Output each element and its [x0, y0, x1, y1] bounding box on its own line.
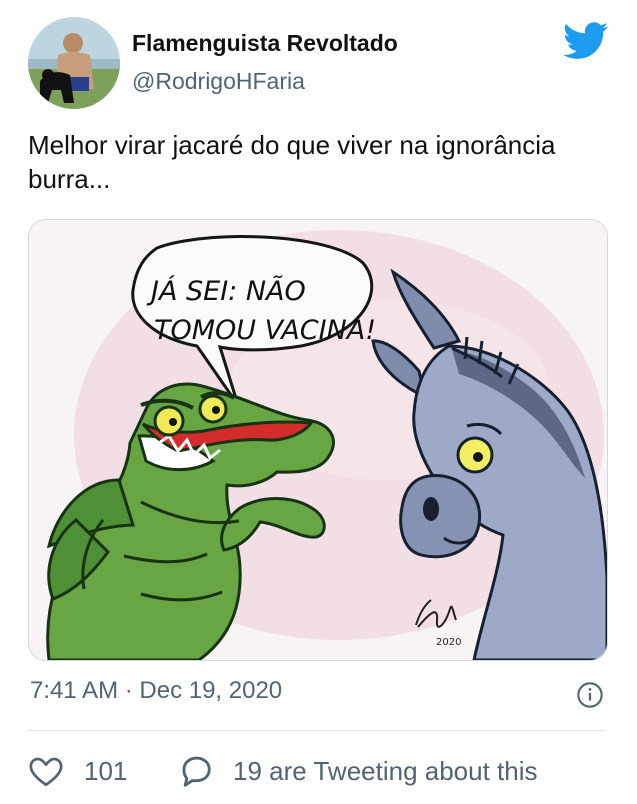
heart-icon[interactable]: [28, 754, 64, 788]
avatar[interactable]: [28, 17, 120, 109]
tweet-timestamp[interactable]: 7:41 AM · Dec 19, 2020: [30, 677, 282, 705]
signature-year: 2020: [436, 637, 461, 648]
author-handle[interactable]: @RodrigoHFaria: [132, 68, 305, 95]
cartoon-image: JÁ SEI: NÃO TOMOU VACINA! 2020: [29, 220, 607, 660]
reply-text[interactable]: 19 are Tweeting about this: [233, 756, 538, 787]
speech-line-1: JÁ SEI: NÃO: [146, 275, 306, 307]
tweet-divider: [28, 730, 606, 731]
tweet-media[interactable]: JÁ SEI: NÃO TOMOU VACINA! 2020: [28, 219, 608, 661]
reply-bubble-icon[interactable]: [176, 752, 214, 790]
speech-line-2: TOMOU VACINA!: [154, 315, 376, 346]
avatar-photo: [28, 17, 120, 109]
author-name[interactable]: Flamenguista Revoltado: [132, 30, 398, 57]
tweet-text: Melhor virar jacaré do que viver na igno…: [28, 130, 556, 194]
like-count[interactable]: 101: [84, 756, 127, 787]
info-icon[interactable]: [576, 681, 604, 709]
twitter-logo-icon[interactable]: [563, 22, 609, 60]
